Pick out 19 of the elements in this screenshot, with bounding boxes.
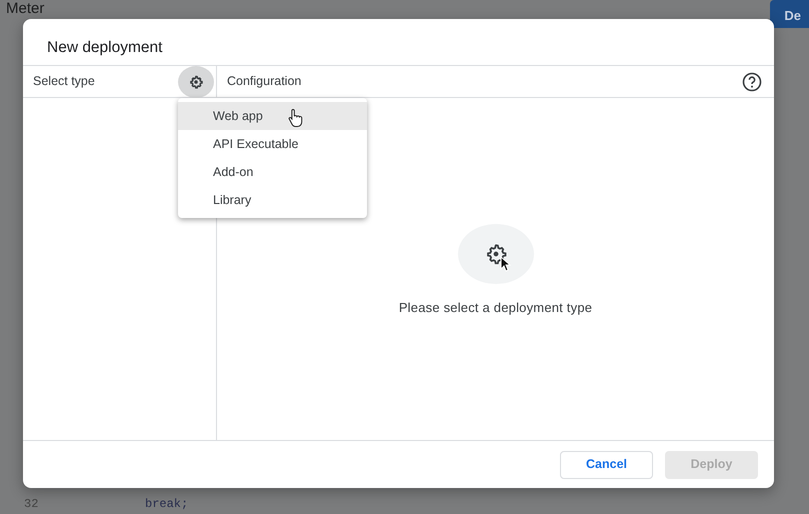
gear-icon — [484, 243, 506, 266]
menu-item[interactable]: API Executable — [178, 130, 367, 158]
empty-state-message: Please select a deployment type — [398, 299, 592, 318]
cursor-icon — [500, 256, 510, 272]
menu-item[interactable]: Library — [178, 186, 367, 214]
hand-cursor-icon — [288, 108, 304, 127]
cancel-button[interactable]: Cancel — [560, 450, 653, 478]
settings-button[interactable] — [178, 66, 214, 98]
menu-item[interactable]: Add-on — [178, 158, 367, 186]
help-icon[interactable] — [742, 72, 762, 92]
menu-item[interactable]: Web app — [178, 102, 367, 130]
panel-heading: Configuration — [227, 73, 302, 90]
dialog-title: New deployment — [47, 39, 162, 56]
gear-icon — [189, 74, 203, 88]
panel-heading: Select type — [33, 73, 95, 90]
code-line: break; — [144, 497, 188, 511]
line-number: 32 — [23, 497, 40, 511]
deploy-button[interactable]: De — [770, 0, 809, 28]
app-title: Meter — [6, 0, 44, 17]
